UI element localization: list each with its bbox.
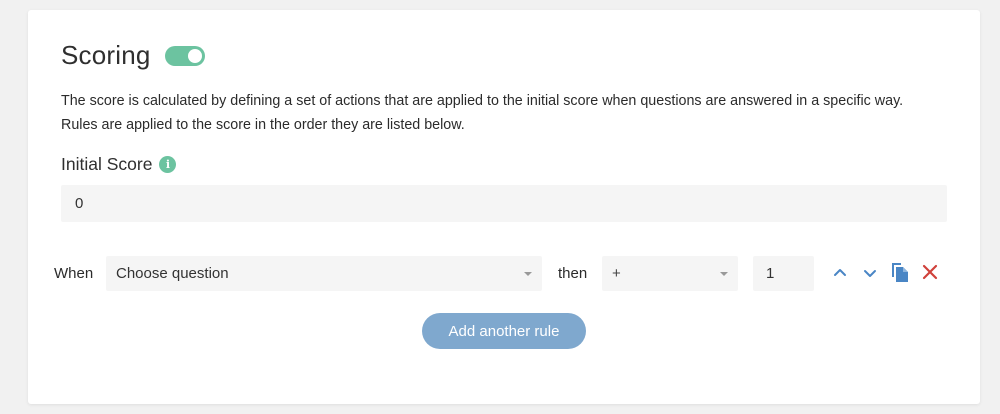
caret-down-icon bbox=[524, 272, 532, 276]
initial-score-label: Initial Score bbox=[61, 154, 153, 174]
scoring-card: Scoring The score is calculated by defin… bbox=[28, 10, 980, 404]
scoring-description: The score is calculated by defining a se… bbox=[61, 93, 904, 133]
rule-row: When Choose question then + bbox=[28, 256, 980, 291]
page-title: Scoring bbox=[61, 40, 151, 70]
scoring-toggle[interactable] bbox=[164, 45, 205, 66]
caret-down-icon bbox=[720, 272, 728, 276]
operator-select-value: + bbox=[612, 265, 621, 282]
chevron-down-icon[interactable] bbox=[861, 264, 879, 282]
info-icon[interactable]: i bbox=[159, 156, 177, 173]
delete-icon[interactable] bbox=[921, 263, 939, 281]
initial-score-label-row: Initial Score i bbox=[61, 154, 177, 175]
copy-icon[interactable] bbox=[890, 261, 910, 283]
then-label: then bbox=[558, 265, 588, 282]
scoring-header: Scoring bbox=[61, 40, 205, 71]
question-select-value: Choose question bbox=[116, 265, 229, 282]
when-label: When bbox=[54, 265, 94, 282]
question-select[interactable]: Choose question bbox=[106, 256, 542, 291]
chevron-up-icon[interactable] bbox=[831, 264, 849, 282]
initial-score-input[interactable] bbox=[61, 185, 947, 222]
add-another-rule-button[interactable]: Add another rule bbox=[422, 313, 586, 349]
toggle-knob bbox=[187, 48, 202, 63]
rule-amount-input[interactable] bbox=[753, 256, 814, 291]
operator-select[interactable]: + bbox=[602, 256, 738, 291]
